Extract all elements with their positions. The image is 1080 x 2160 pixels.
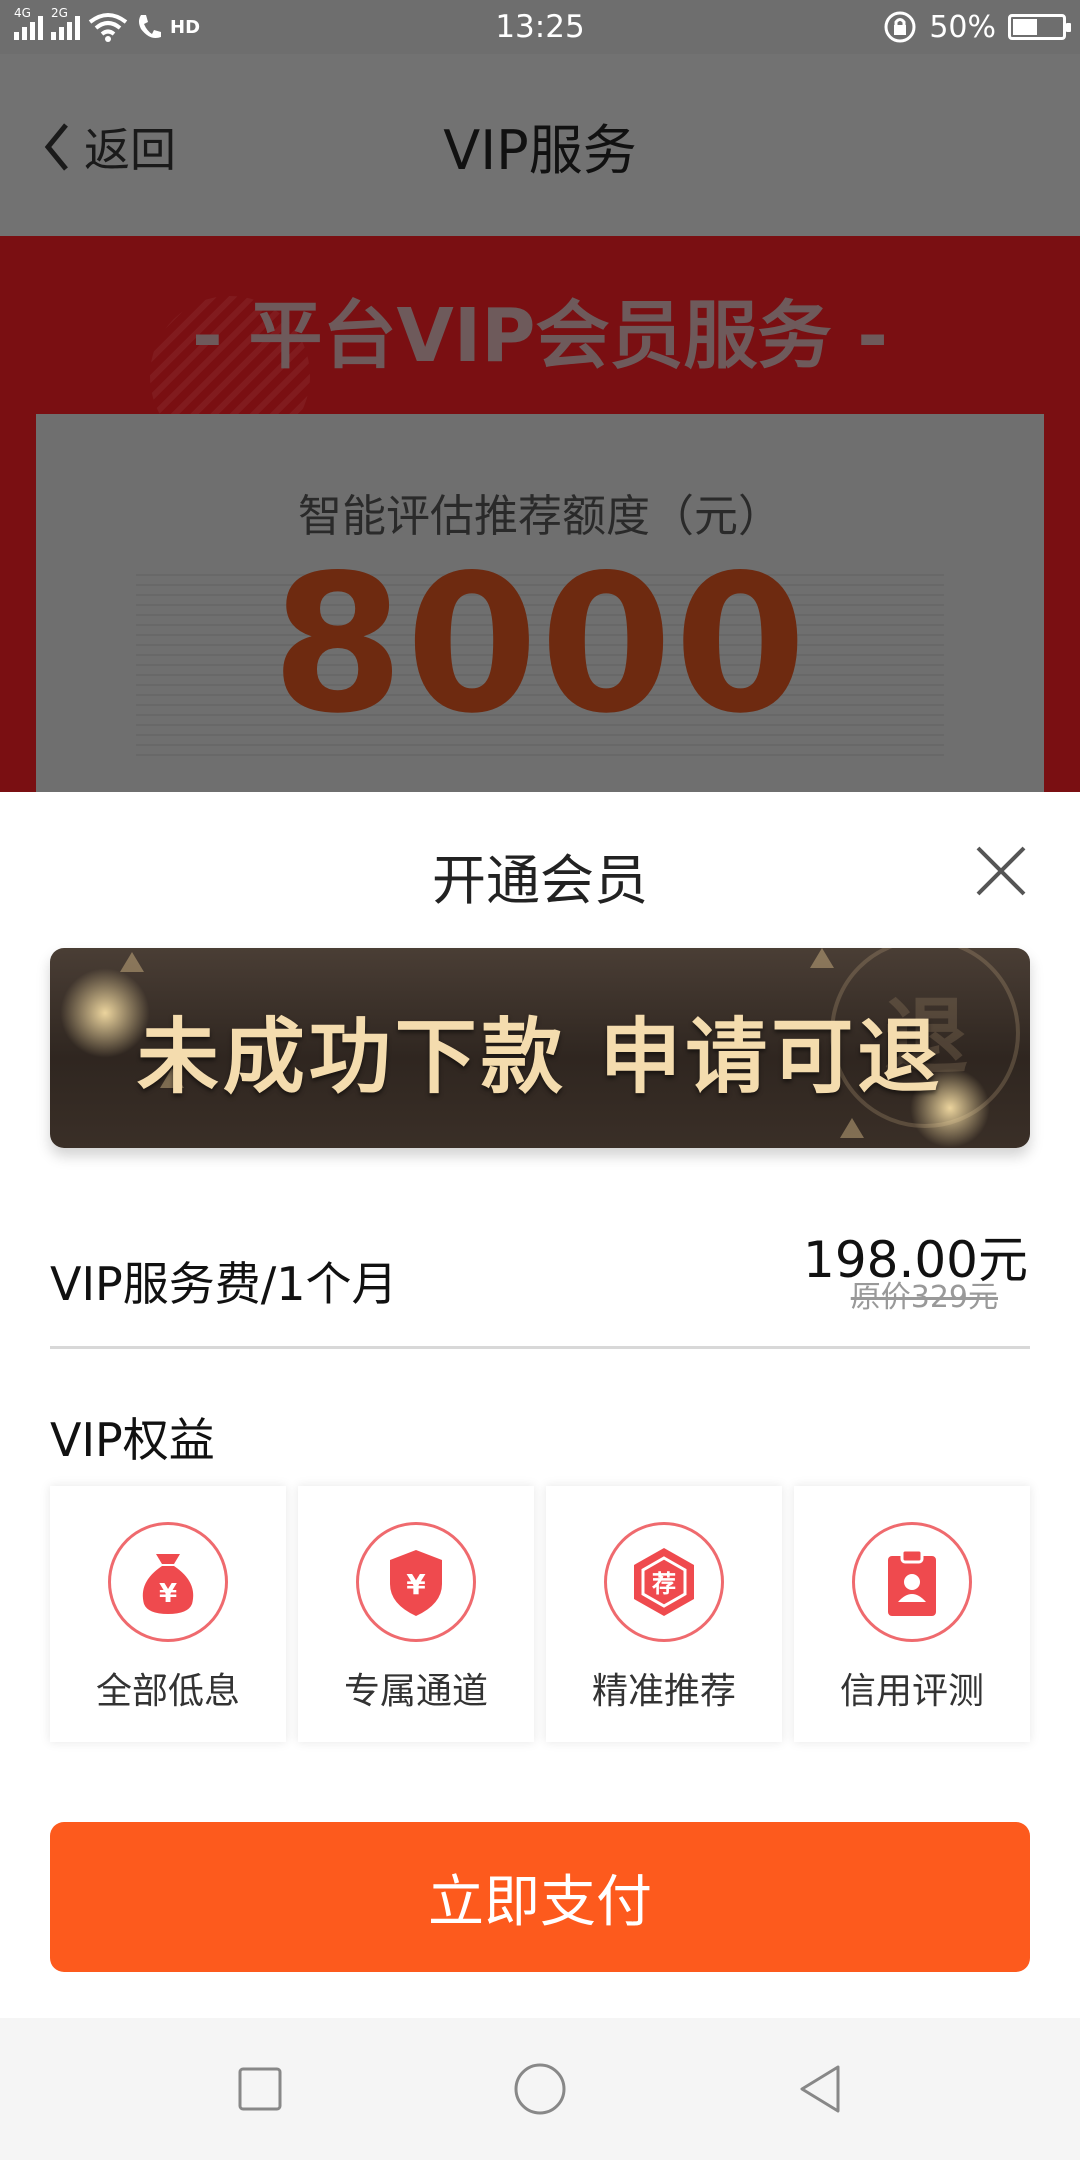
recent-apps-icon[interactable] bbox=[230, 2059, 290, 2119]
money-bag-glyph: ¥ bbox=[159, 1579, 177, 1609]
hexagon-glyph: 荐 bbox=[652, 1570, 676, 1598]
wifi-icon bbox=[88, 13, 128, 42]
benefit-label: 专属通道 bbox=[343, 1671, 488, 1712]
home-icon[interactable] bbox=[510, 2059, 570, 2119]
battery-icon bbox=[1008, 14, 1071, 40]
signal-2-icon: 2G bbox=[51, 6, 80, 40]
back-label: 返回 bbox=[84, 123, 176, 177]
benefit-label: 信用评测 bbox=[839, 1671, 984, 1712]
benefit-item-credit-assessment[interactable]: 信用评测 bbox=[794, 1486, 1030, 1742]
banner-text: 未成功下款 申请可退 bbox=[136, 1010, 944, 1105]
status-right: 50% bbox=[706, 9, 1071, 45]
benefit-label: 精准推荐 bbox=[591, 1671, 736, 1712]
battery-percent: 50% bbox=[929, 9, 996, 45]
status-bar: 4G 2G HD 13:25 50% bbox=[0, 0, 1080, 54]
signal-1-icon: 4G bbox=[14, 6, 43, 40]
banner-triangle bbox=[810, 948, 834, 968]
phone-icon bbox=[139, 15, 161, 38]
clipboard-user-icon bbox=[852, 1522, 972, 1642]
back-button[interactable]: 返回 bbox=[40, 114, 176, 180]
hero-section: - 平台VIP会员服务 - 智能评估推荐额度（元） 8000 bbox=[0, 236, 1080, 792]
benefits-title: VIP权益 bbox=[50, 1413, 215, 1467]
benefit-label: 全部低息 bbox=[95, 1671, 240, 1712]
system-nav-bar bbox=[0, 2018, 1080, 2160]
money-bag-icon: ¥ bbox=[108, 1522, 228, 1642]
network-1-label: 4G bbox=[14, 6, 31, 20]
network-2-label: 2G bbox=[51, 6, 68, 20]
battery-fill bbox=[1013, 19, 1037, 35]
recommend-hexagon-icon: 荐 bbox=[604, 1522, 724, 1642]
close-icon bbox=[976, 846, 1026, 896]
banner-triangle bbox=[840, 1118, 864, 1138]
back-triangle-icon[interactable] bbox=[790, 2059, 850, 2119]
sheet-title: 开通会员 bbox=[432, 849, 648, 912]
benefits-list: ¥ 全部低息 ¥ 专属通道 荐 精准推荐 信用评测 bbox=[50, 1486, 1030, 1742]
rotation-lock-icon bbox=[884, 11, 916, 43]
fee-label: VIP服务费/1个月 bbox=[50, 1257, 398, 1311]
benefit-item-precise-recommend[interactable]: 荐 精准推荐 bbox=[546, 1486, 782, 1742]
vip-service-page: 4G 2G HD 13:25 50% 返回 VIP服务 - 平台VIP会员服务 … bbox=[0, 0, 1080, 2160]
status-time: 13:25 bbox=[495, 9, 585, 45]
benefit-item-exclusive-channel[interactable]: ¥ 专属通道 bbox=[298, 1486, 534, 1742]
close-button[interactable] bbox=[970, 840, 1032, 902]
membership-sheet: 开通会员 退 未成功下款 申请可退 VIP服务费/1个月 198.00元 原价3… bbox=[0, 792, 1080, 2018]
quota-card: 智能评估推荐额度（元） 8000 bbox=[36, 414, 1044, 792]
status-left: 4G 2G HD bbox=[14, 6, 374, 42]
benefit-item-low-interest[interactable]: ¥ 全部低息 bbox=[50, 1486, 286, 1742]
refund-banner: 退 未成功下款 申请可退 bbox=[50, 948, 1030, 1148]
fee-original-price: 原价329元 bbox=[850, 1280, 998, 1315]
chevron-left-icon bbox=[44, 123, 68, 171]
hero-title: - 平台VIP会员服务 - bbox=[192, 293, 888, 379]
shield-glyph: ¥ bbox=[406, 1568, 426, 1601]
pay-now-button[interactable]: 立即支付 bbox=[50, 1822, 1030, 1972]
shield-yen-icon: ¥ bbox=[356, 1522, 476, 1642]
nav-bar: 返回 VIP服务 bbox=[0, 54, 1080, 236]
banner-triangle bbox=[120, 952, 144, 972]
divider bbox=[50, 1346, 1030, 1349]
hd-label: HD bbox=[170, 16, 201, 38]
quota-value: 8000 bbox=[271, 534, 809, 755]
